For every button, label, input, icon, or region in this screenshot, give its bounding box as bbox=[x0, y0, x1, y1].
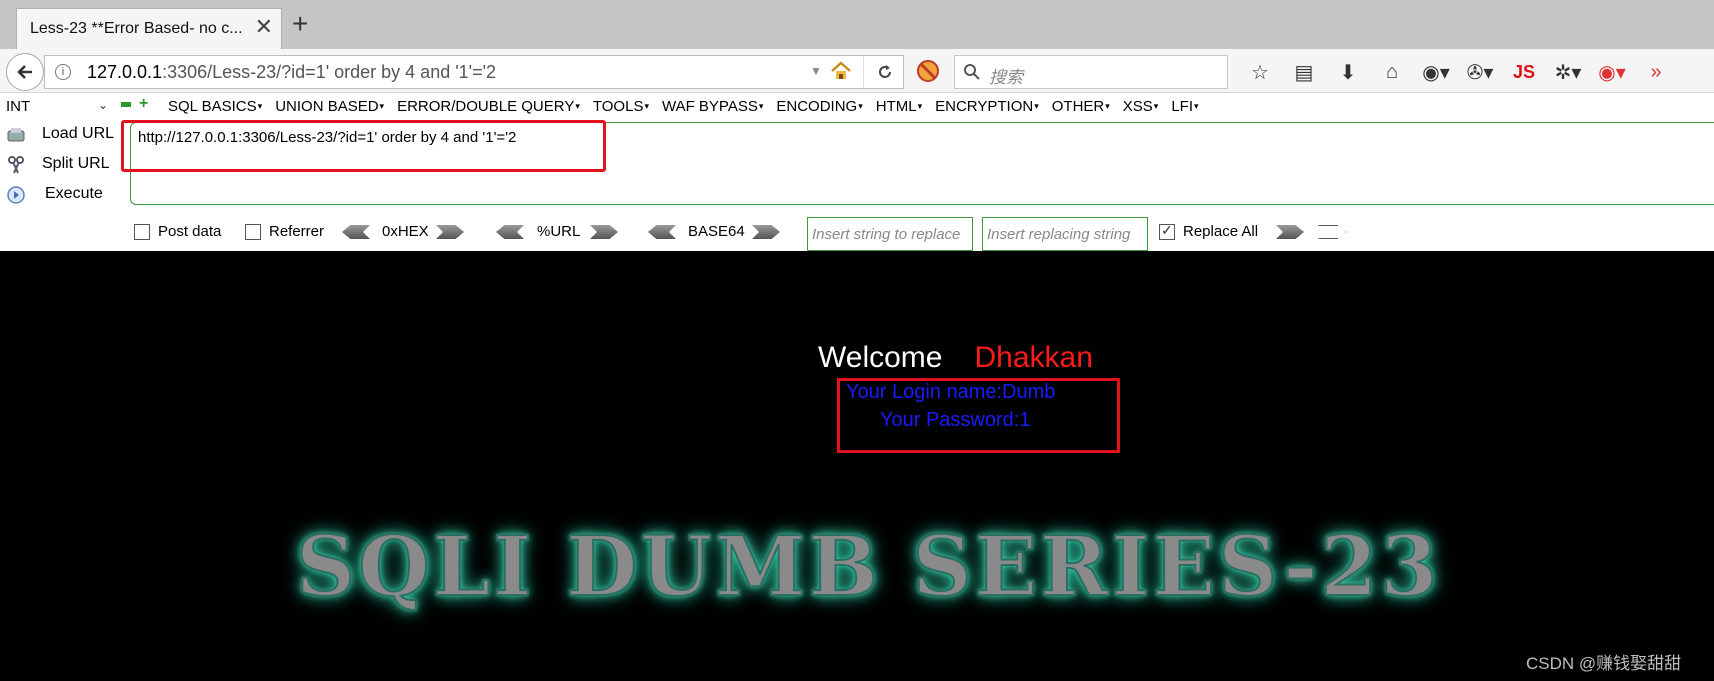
bug-menu-icon[interactable]: ✲▾ bbox=[1546, 60, 1590, 85]
csdn-watermark: CSDN @赚钱娶甜甜 bbox=[1526, 654, 1682, 673]
addon-menu-icon[interactable]: ◉▾ bbox=[1590, 60, 1634, 85]
menu-encoding[interactable]: ENCODING bbox=[776, 98, 862, 115]
home-icon[interactable] bbox=[830, 60, 852, 87]
toolbar-icons: ☆ ▤ ⬇ ⌂ ◉▾ ✇▾ JS ✲▾ ◉▾ » bbox=[1238, 57, 1678, 87]
close-tab-icon[interactable]: ✕ bbox=[255, 16, 273, 38]
reload-icon[interactable] bbox=[863, 56, 905, 88]
login-name-text: Your Login name:Dumb bbox=[846, 381, 1056, 403]
back-arrow-icon bbox=[17, 65, 32, 79]
plus-icon[interactable]: + bbox=[139, 96, 148, 112]
url-label: %URL bbox=[537, 223, 581, 240]
hackbar-menubar: INT ⌄ + SQL BASICS UNION BASED ERROR/DOU… bbox=[0, 93, 1714, 121]
replace-with-input[interactable]: Insert replacing string bbox=[982, 217, 1148, 251]
menu-tools[interactable]: TOOLS bbox=[593, 98, 649, 115]
referrer-checkbox[interactable] bbox=[245, 224, 261, 240]
minus-icon[interactable] bbox=[121, 102, 131, 107]
type-select[interactable]: INT ⌄ bbox=[2, 96, 110, 118]
replace-all-label: Replace All bbox=[1183, 223, 1259, 240]
menu-union-based[interactable]: UNION BASED bbox=[275, 98, 384, 115]
hackbar-panel: INT ⌄ + SQL BASICS UNION BASED ERROR/DOU… bbox=[0, 93, 1714, 251]
menu-other[interactable]: OTHER bbox=[1052, 98, 1110, 115]
url-encode-arrow-icon[interactable] bbox=[590, 225, 618, 239]
reading-list-icon[interactable]: ▤ bbox=[1282, 60, 1326, 85]
tab-less-23[interactable]: Less-23 **Error Based- no c... ✕ bbox=[16, 8, 282, 49]
bookmark-star-icon[interactable]: ☆ bbox=[1238, 60, 1282, 85]
address-text[interactable]: 127.0.0.1:3306/Less-23/?id=1' order by 4… bbox=[87, 62, 496, 83]
new-tab-icon[interactable]: + bbox=[292, 10, 308, 38]
base64-decode-arrow-icon[interactable] bbox=[648, 225, 676, 239]
load-url-icon bbox=[7, 128, 25, 142]
load-url-button[interactable]: Load URL bbox=[0, 121, 118, 149]
menu-html[interactable]: HTML bbox=[876, 98, 922, 115]
execute-icon bbox=[7, 186, 25, 204]
replace-arrow-icon[interactable] bbox=[1276, 225, 1304, 239]
hackbar-menus: SQL BASICS UNION BASED ERROR/DOUBLE QUER… bbox=[168, 98, 1212, 115]
replace-next-arrow-icon[interactable] bbox=[1318, 225, 1346, 239]
base64-encode-arrow-icon[interactable] bbox=[752, 225, 780, 239]
search-input[interactable]: 搜索 bbox=[954, 55, 1228, 89]
hex-encode-arrow-icon[interactable] bbox=[436, 225, 464, 239]
referrer-label: Referrer bbox=[269, 223, 325, 240]
info-icon[interactable]: i bbox=[55, 64, 71, 80]
globe-menu-icon[interactable]: ◉▾ bbox=[1414, 60, 1458, 85]
url-decode-arrow-icon[interactable] bbox=[496, 225, 524, 239]
navigation-toolbar: i 127.0.0.1:3306/Less-23/?id=1' order by… bbox=[0, 49, 1714, 93]
tab-title: Less-23 **Error Based- no c... bbox=[30, 20, 243, 37]
highlight-box-url bbox=[121, 120, 606, 172]
menu-xss[interactable]: XSS bbox=[1123, 98, 1159, 115]
dropdown-arrow-icon[interactable]: ▼ bbox=[810, 64, 822, 78]
password-text: Your Password:1 bbox=[880, 409, 1031, 431]
replace-search-input[interactable]: Insert string to replace bbox=[807, 217, 973, 251]
noscript-icon[interactable] bbox=[916, 59, 940, 88]
hackbar-options: Post data Referrer 0xHEX %URL BASE64 Ins… bbox=[0, 216, 1714, 251]
download-icon[interactable]: ⬇ bbox=[1326, 60, 1370, 85]
split-url-button[interactable]: Split URL bbox=[0, 151, 118, 179]
home-page-icon[interactable]: ⌂ bbox=[1370, 61, 1414, 84]
menu-error-double-query[interactable]: ERROR/DOUBLE QUERY bbox=[397, 98, 580, 115]
replace-all-checkbox[interactable] bbox=[1159, 222, 1175, 240]
chevron-down-icon: ⌄ bbox=[97, 98, 108, 112]
search-icon bbox=[963, 63, 981, 86]
post-data-checkbox[interactable] bbox=[134, 224, 150, 240]
hex-label: 0xHEX bbox=[382, 223, 429, 240]
search-placeholder: 搜索 bbox=[989, 68, 1023, 87]
menu-sql-basics[interactable]: SQL BASICS bbox=[168, 98, 262, 115]
overflow-icon[interactable]: » bbox=[1634, 61, 1678, 84]
welcome-heading: Welcome Dhakkan bbox=[818, 341, 1093, 374]
series-banner: SQLI DUMB SERIES-23 bbox=[295, 518, 1441, 616]
page-content: Welcome Dhakkan Your Login name:Dumb Your… bbox=[0, 251, 1714, 681]
execute-button[interactable]: Execute bbox=[0, 181, 118, 209]
address-bar[interactable]: i 127.0.0.1:3306/Less-23/?id=1' order by… bbox=[44, 55, 904, 89]
back-button[interactable] bbox=[6, 53, 44, 91]
js-toggle-icon[interactable]: JS bbox=[1502, 62, 1546, 83]
palette-menu-icon[interactable]: ✇▾ bbox=[1458, 60, 1502, 85]
base64-label: BASE64 bbox=[688, 223, 745, 240]
menu-lfi[interactable]: LFI bbox=[1171, 98, 1198, 115]
post-data-label: Post data bbox=[158, 223, 222, 240]
menu-waf-bypass[interactable]: WAF BYPASS bbox=[662, 98, 763, 115]
hex-decode-arrow-icon[interactable] bbox=[342, 225, 370, 239]
menu-encryption[interactable]: ENCRYPTION bbox=[935, 98, 1039, 115]
welcome-name: Dhakkan bbox=[974, 341, 1093, 374]
tab-strip: Less-23 **Error Based- no c... ✕ + bbox=[0, 0, 1714, 49]
split-url-icon bbox=[8, 156, 24, 174]
